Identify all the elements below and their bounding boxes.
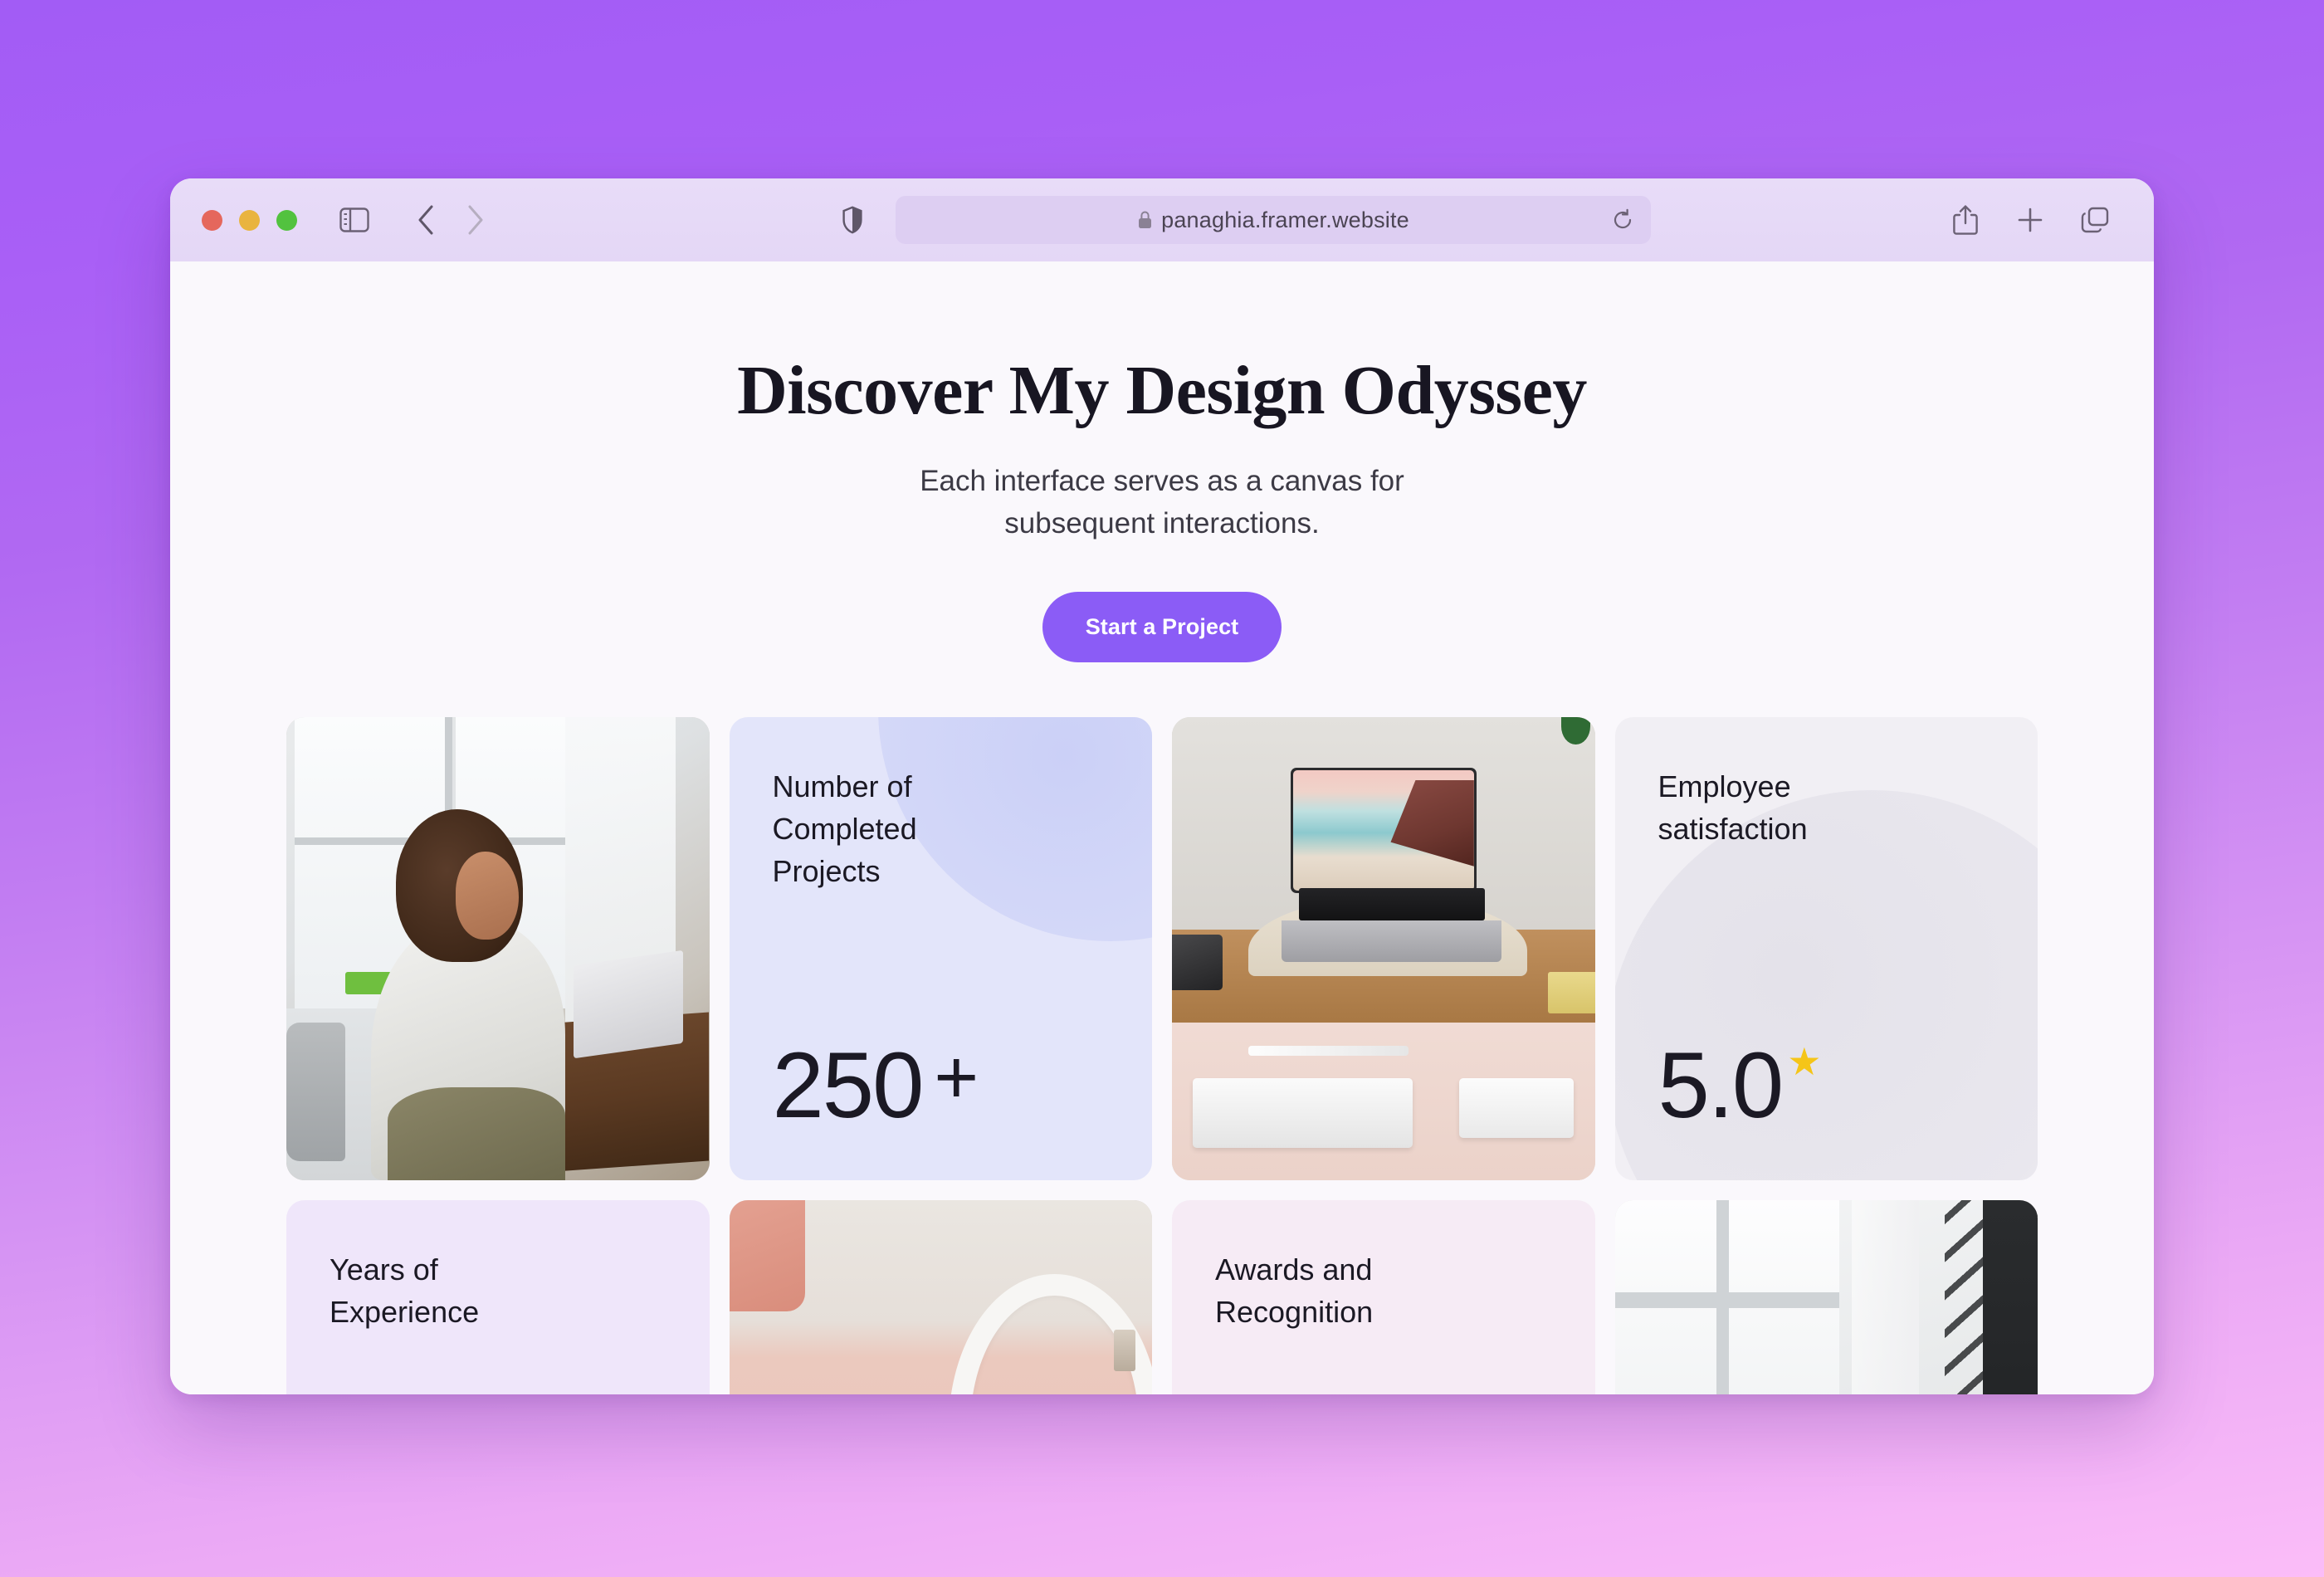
wallpaper-cliff	[1390, 779, 1474, 867]
curtain	[1851, 1199, 1920, 1394]
back-icon[interactable]	[403, 198, 448, 242]
stat-label: Number of Completed Projects	[772, 769, 917, 888]
browser-toolbar: panaghia.framer.website	[170, 178, 2154, 261]
stats-card-grid: Number of Completed Projects 250 + Emplo…	[286, 716, 2038, 1394]
card-years-of-experience[interactable]: Years of Experience	[286, 1199, 710, 1394]
notebook	[1548, 971, 1595, 1013]
stat-number: 250	[772, 1033, 925, 1137]
stat-value: 5.0 ★	[1658, 1033, 1995, 1137]
traffic-lights	[202, 209, 297, 231]
hero-subtitle: Each interface serves as a canvas for su…	[170, 461, 2154, 545]
privacy-shield-icon[interactable]	[830, 198, 875, 242]
headphone-case	[729, 1199, 806, 1311]
lock-icon	[1137, 210, 1153, 230]
stylus	[1247, 1045, 1409, 1057]
address-bar[interactable]: panaghia.framer.website	[896, 196, 1651, 244]
external-keyboard	[1193, 1077, 1413, 1148]
person-legs	[388, 1087, 566, 1180]
stat-label: Awards and Recognition	[1215, 1252, 1374, 1329]
card-awards-and-recognition[interactable]: Awards and Recognition	[1172, 1199, 1595, 1394]
stat-suffix: +	[934, 1034, 979, 1120]
card-person-by-window[interactable]	[1614, 1199, 2038, 1394]
sidebar-toggle-icon[interactable]	[332, 198, 377, 242]
start-a-project-button[interactable]: Start a Project	[1042, 591, 1282, 662]
page-title: Discover My Design Odyssey	[737, 352, 1587, 429]
toolbar-right-actions	[1943, 198, 2117, 242]
card-employee-satisfaction[interactable]: Employee satisfaction 5.0 ★	[1614, 716, 2038, 1180]
dark-frame	[1982, 1199, 2038, 1394]
desktop-wallpaper	[1292, 770, 1474, 891]
star-icon: ★	[1787, 1039, 1821, 1083]
url-text: panaghia.framer.website	[1161, 207, 1409, 232]
new-tab-icon[interactable]	[2008, 198, 2053, 242]
card-white-headphones[interactable]	[729, 1199, 1152, 1394]
laptop	[574, 950, 684, 1058]
cta-container: Start a Project	[170, 591, 2154, 662]
window-photo	[1614, 1199, 2038, 1394]
headphones-photo	[729, 1199, 1152, 1394]
card-laptop-desk-setup[interactable]	[1172, 716, 1595, 1180]
browser-window: panaghia.framer.website Discover My Desi…	[170, 178, 2154, 1394]
laptop-keyboard	[1298, 888, 1486, 921]
stat-label: Years of Experience	[330, 1252, 480, 1329]
hero-subtitle-line-1: Each interface serves as a canvas for	[920, 465, 1404, 498]
share-icon[interactable]	[1943, 198, 1988, 242]
close-window-button[interactable]	[202, 209, 222, 231]
card-woman-working-at-desk[interactable]	[286, 716, 710, 1180]
card-completed-projects[interactable]: Number of Completed Projects 250 +	[729, 716, 1152, 1180]
hero-section: Discover My Design Odyssey Each interfac…	[170, 261, 2154, 662]
stat-label: Employee satisfaction	[1658, 769, 1808, 846]
page-content: Discover My Design Odyssey Each interfac…	[170, 261, 2154, 1394]
camera	[1172, 934, 1223, 990]
hero-subtitle-line-2: subsequent interactions.	[1004, 506, 1320, 540]
window-mullion	[1614, 1292, 1839, 1309]
stat-number: 5.0	[1658, 1033, 1784, 1137]
maximize-window-button[interactable]	[276, 209, 297, 231]
office-chair	[286, 1022, 346, 1162]
laptop-base	[1282, 920, 1502, 963]
trackpad	[1459, 1077, 1575, 1139]
laptop-screen	[1290, 768, 1477, 893]
office-photo	[286, 716, 710, 1180]
headphone-hinge	[1114, 1329, 1135, 1372]
stat-value: 250 +	[772, 1033, 1110, 1137]
reload-icon[interactable]	[1606, 203, 1639, 237]
minimize-window-button[interactable]	[239, 209, 260, 231]
tab-overview-icon[interactable]	[2073, 198, 2117, 242]
forward-icon[interactable]	[453, 198, 498, 242]
desk-setup-photo	[1172, 716, 1595, 1180]
